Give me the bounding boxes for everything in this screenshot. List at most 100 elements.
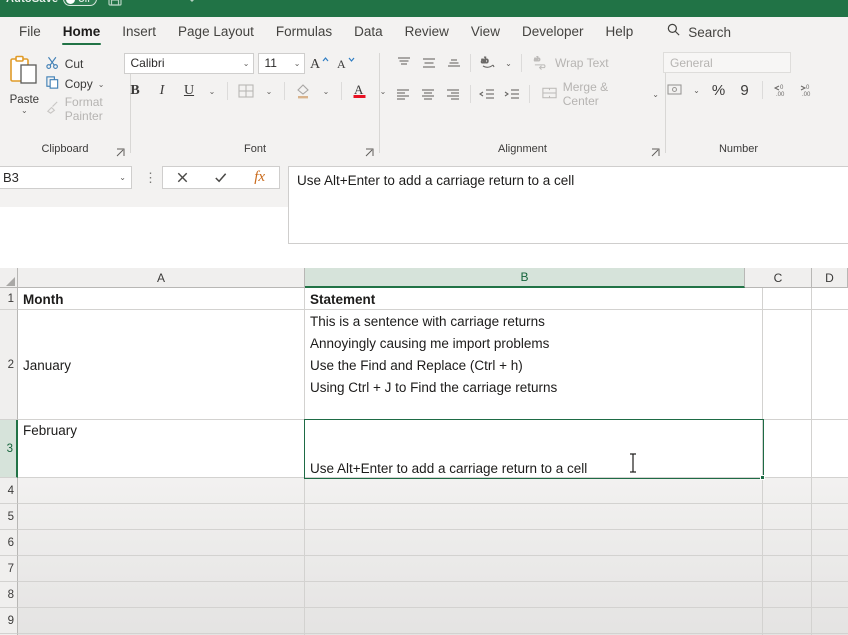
row-header-3[interactable]: 3	[0, 420, 18, 478]
row-header-1[interactable]: 1	[0, 288, 18, 310]
copy-button[interactable]: Copy ⌄	[45, 75, 124, 93]
cell-a1-text: Month	[23, 291, 64, 307]
font-size-combo[interactable]: 11 ⌄	[257, 52, 305, 74]
select-all-triangle-icon	[6, 277, 15, 286]
cell-b2[interactable]: This is a sentence with carriage returns…	[305, 310, 763, 420]
cut-button[interactable]: Cut	[45, 55, 124, 73]
column-header-b[interactable]: B	[305, 268, 745, 288]
underline-chevron-down-icon[interactable]: ⌄	[205, 80, 220, 102]
autosave-label: AutoSave	[6, 0, 58, 5]
cancel-icon[interactable]	[166, 167, 198, 188]
row-header-2[interactable]: 2	[0, 310, 18, 420]
cut-label: Cut	[64, 57, 84, 71]
row-header-8[interactable]: 8	[0, 582, 18, 608]
undo-icon[interactable]	[133, 0, 149, 7]
font-name-value: Calibri	[130, 56, 165, 70]
align-center-button[interactable]	[417, 83, 440, 105]
row-header-7[interactable]: 7	[0, 556, 18, 582]
tab-file[interactable]: File	[8, 20, 52, 44]
align-bottom-button[interactable]	[442, 52, 465, 74]
paste-chevron-down-icon[interactable]: ⌄	[21, 106, 28, 115]
search-label: Search	[688, 24, 732, 40]
cells-c-d-upper[interactable]	[763, 288, 848, 478]
comma-style-button[interactable]: 9	[733, 79, 756, 101]
column-header-c[interactable]: C	[745, 268, 812, 288]
fill-color-chevron-down-icon[interactable]: ⌄	[319, 80, 334, 102]
autosave-control[interactable]: AutoSave Off	[6, 0, 98, 6]
cell-b3[interactable]: Use Alt+Enter to add a carriage return t…	[305, 420, 763, 478]
row-header-4[interactable]: 4	[0, 478, 18, 504]
fx-icon[interactable]: fx	[244, 167, 276, 188]
tab-view[interactable]: View	[460, 20, 511, 44]
copy-chevron-down-icon[interactable]: ⌄	[98, 80, 105, 89]
save-icon[interactable]	[107, 0, 123, 7]
wrap-text-icon: ab	[533, 54, 550, 73]
column-header-d[interactable]: D	[812, 268, 848, 288]
check-icon[interactable]	[205, 167, 237, 188]
clipboard-dialog-launcher-icon[interactable]	[116, 145, 126, 157]
tab-help[interactable]: Help	[595, 20, 645, 44]
format-painter-button[interactable]: Format Painter	[45, 95, 124, 123]
column-header-a[interactable]: A	[18, 268, 305, 288]
align-right-button[interactable]	[442, 83, 465, 105]
orientation-chevron-down-icon[interactable]: ⌄	[501, 52, 516, 74]
orientation-button[interactable]: ab	[476, 52, 499, 74]
font-dialog-launcher-icon[interactable]	[365, 145, 375, 157]
decrease-font-size-button[interactable]: A	[336, 52, 359, 74]
cell-a3[interactable]: February	[18, 420, 305, 478]
font-name-chevron-down-icon[interactable]: ⌄	[243, 59, 250, 68]
align-middle-button[interactable]	[417, 52, 440, 74]
align-left-button[interactable]	[392, 83, 415, 105]
increase-decimal-button[interactable]: 0 .00	[769, 79, 792, 101]
borders-chevron-down-icon[interactable]: ⌄	[262, 80, 277, 102]
number-format-combo[interactable]: General	[663, 52, 791, 73]
divider	[226, 82, 228, 100]
tab-review[interactable]: Review	[394, 20, 460, 44]
formula-input[interactable]: Use Alt+Enter to add a carriage return t…	[288, 166, 848, 244]
cell-b1[interactable]: Statement	[305, 288, 763, 310]
tab-page-layout[interactable]: Page Layout	[167, 20, 265, 44]
accounting-chevron-down-icon[interactable]: ⌄	[689, 79, 704, 101]
clipboard-group-label: Clipboard	[41, 142, 89, 155]
tab-data[interactable]: Data	[343, 20, 394, 44]
name-box-chevron-down-icon[interactable]: ⌄	[119, 173, 126, 182]
search-box[interactable]: Search	[666, 22, 731, 42]
font-name-combo[interactable]: Calibri ⌄	[123, 52, 254, 74]
select-all-button[interactable]	[0, 268, 18, 288]
svg-text:ab: ab	[481, 56, 489, 65]
italic-button[interactable]: I	[151, 80, 174, 102]
wrap-text-button[interactable]: ab Wrap Text	[533, 54, 608, 73]
cell-a1[interactable]: Month	[18, 288, 305, 310]
row-header-5[interactable]: 5	[0, 504, 18, 530]
svg-text:A: A	[354, 82, 364, 97]
tab-home[interactable]: Home	[52, 20, 112, 45]
decrease-indent-button[interactable]	[476, 83, 499, 105]
bold-button[interactable]: B	[124, 80, 147, 102]
decrease-decimal-button[interactable]: 0 .00	[795, 79, 818, 101]
merge-center-button[interactable]: Merge & Center ⌄	[541, 80, 659, 108]
tab-developer[interactable]: Developer	[511, 20, 595, 44]
row-header-9[interactable]: 9	[0, 608, 18, 634]
row-header-6[interactable]: 6	[0, 530, 18, 556]
autosave-toggle[interactable]: Off	[63, 0, 98, 6]
autosave-state-label: Off	[78, 0, 90, 4]
percent-style-button[interactable]: %	[707, 79, 730, 101]
chevron-down-icon[interactable]	[185, 0, 199, 6]
name-box[interactable]: B3 ⌄	[0, 166, 132, 189]
align-top-button[interactable]	[392, 52, 415, 74]
borders-button[interactable]	[235, 80, 258, 102]
tab-formulas[interactable]: Formulas	[265, 20, 343, 44]
fill-handle[interactable]	[760, 475, 765, 480]
alignment-dialog-launcher-icon[interactable]	[651, 145, 661, 157]
cell-a2[interactable]: January	[18, 310, 305, 420]
increase-indent-button[interactable]	[501, 83, 524, 105]
font-size-chevron-down-icon[interactable]: ⌄	[294, 59, 301, 68]
underline-button[interactable]: U	[178, 80, 201, 102]
fill-color-button[interactable]	[292, 80, 315, 102]
tab-insert[interactable]: Insert	[111, 20, 167, 44]
increase-font-size-button[interactable]: A	[309, 52, 332, 74]
accounting-format-button[interactable]	[663, 79, 686, 101]
redo-icon[interactable]	[159, 0, 175, 7]
font-color-button[interactable]: A	[349, 80, 372, 102]
paste-button[interactable]: Paste ⌄	[6, 52, 43, 115]
